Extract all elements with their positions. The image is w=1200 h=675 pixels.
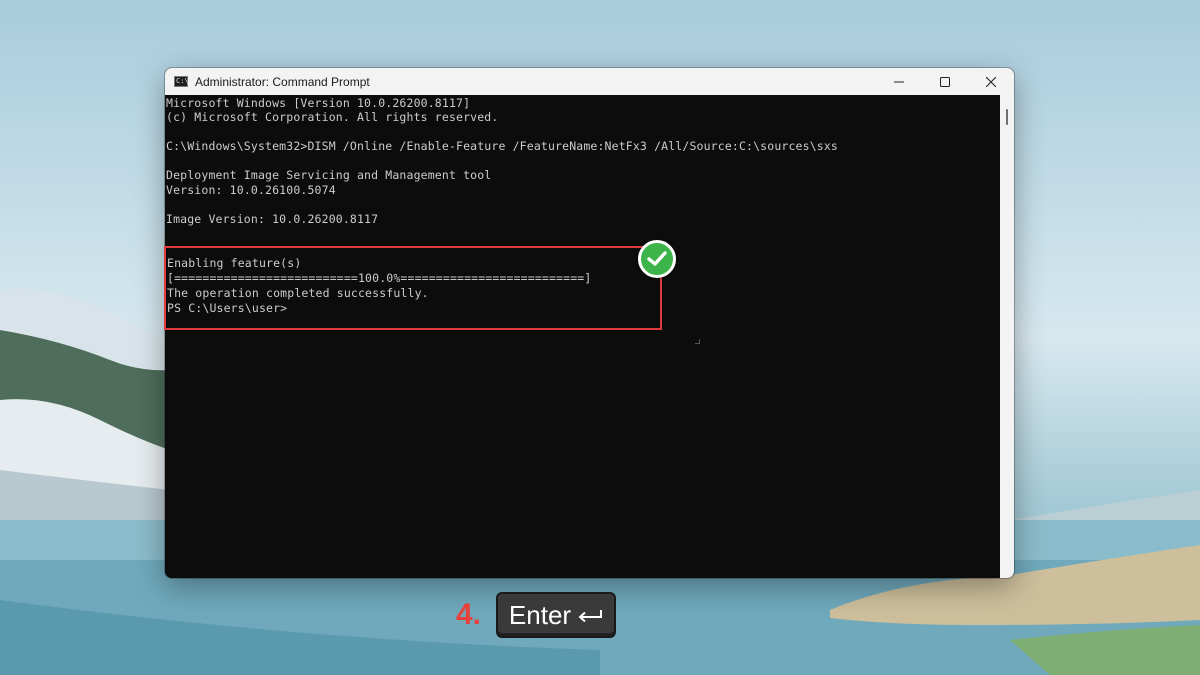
window-title: Administrator: Command Prompt [195,74,370,89]
console-output[interactable]: Microsoft Windows [Version 10.0.26200.81… [165,95,1000,578]
console-line: Microsoft Windows [Version 10.0.26200.81… [166,96,471,110]
checkmark-icon [647,251,667,266]
resize-grip-icon [695,339,700,344]
console-line: Deployment Image Servicing and Managemen… [166,168,492,182]
console-line: Version: 10.0.26100.5074 [166,183,336,197]
vertical-scrollbar[interactable] [1000,95,1014,578]
return-arrow-icon [578,610,603,622]
console-line: Image Version: 10.0.26200.8117 [166,212,379,226]
enter-key-label: Enter [508,599,572,630]
close-button[interactable] [968,68,1014,95]
close-icon [986,76,996,87]
step-number: 4. [456,598,482,631]
console-command-line: C:\Windows\System32>DISM /Online /Enable… [166,139,838,153]
scrollbar-thumb[interactable] [1006,109,1008,125]
minimize-icon [894,81,904,82]
enter-key-illustration: Enter [496,592,616,638]
maximize-button[interactable] [922,68,968,95]
success-check-icon [638,240,676,278]
title-bar[interactable]: C:\ Administrator: Command Prompt [165,68,1014,95]
minimize-button[interactable] [876,68,922,95]
command-prompt-icon: C:\ [174,76,189,87]
console-line: (c) Microsoft Corporation. All rights re… [166,110,499,124]
window-controls [876,68,1014,95]
maximize-icon [940,76,950,87]
highlight-box [164,246,662,330]
